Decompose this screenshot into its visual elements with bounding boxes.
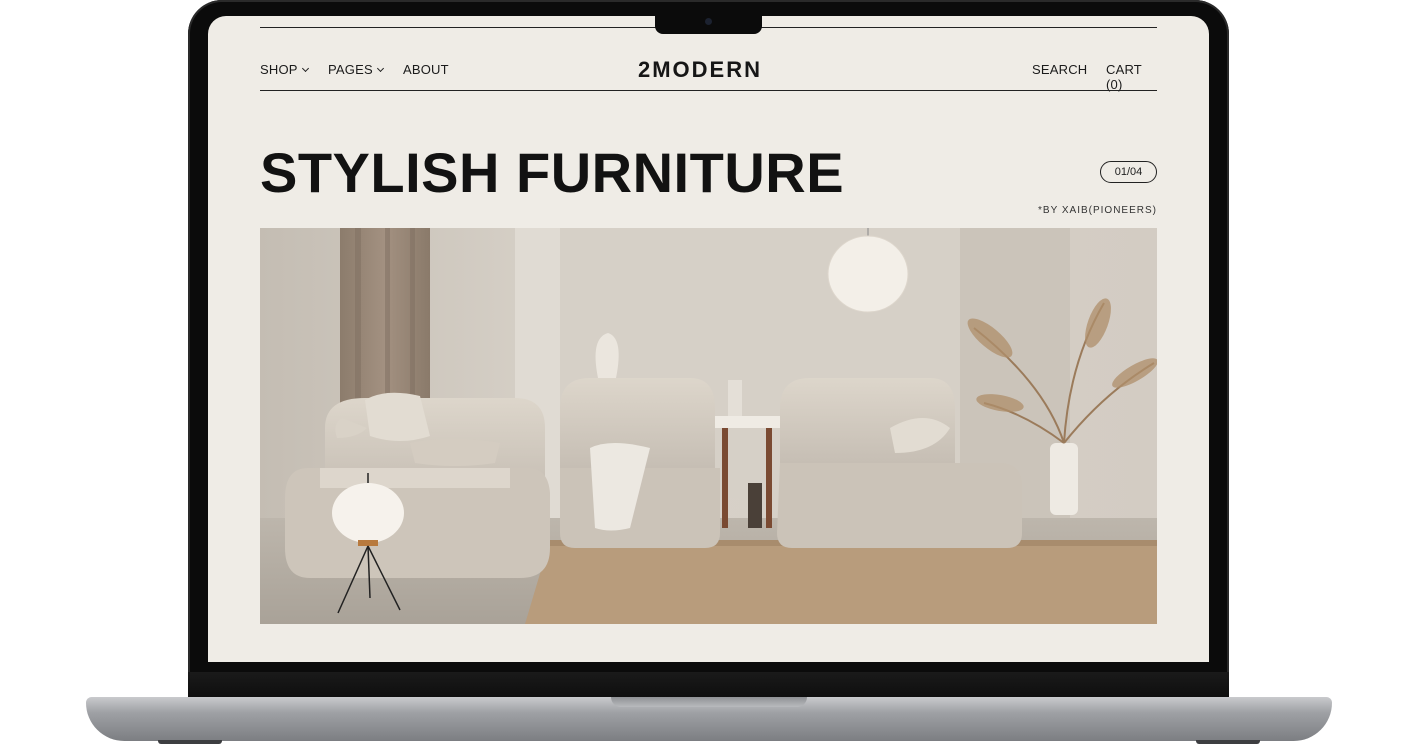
camera-notch (655, 10, 762, 34)
chevron-down-icon (301, 64, 309, 72)
chevron-down-icon (376, 64, 384, 72)
laptop-hinge (188, 672, 1229, 698)
nav-search-label: SEARCH (1032, 62, 1088, 77)
nav-about[interactable]: ABOUT (403, 62, 449, 77)
slide-pager[interactable]: 01/04 (1100, 161, 1157, 183)
nav-cart-label: CART (0) (1106, 62, 1142, 92)
nav-cart[interactable]: CART (0) (1106, 62, 1157, 92)
laptop-foot-right (1196, 740, 1260, 744)
nav-pages-label: PAGES (328, 62, 373, 77)
nav-about-label: ABOUT (403, 62, 449, 77)
header-bottom-rule (260, 90, 1157, 91)
nav-shop-label: SHOP (260, 62, 298, 77)
nav-shop[interactable]: SHOP (260, 62, 309, 77)
lid-open-notch (611, 697, 807, 707)
hero-credit: *BY XAIB(PIONEERS) (1038, 205, 1157, 216)
laptop-base (86, 697, 1332, 741)
laptop-foot-left (158, 740, 222, 744)
laptop-screen: SHOP PAGES ABOUT 2MODERN SEARCH CART (0)… (208, 16, 1209, 662)
camera-icon (705, 18, 712, 25)
nav-pages[interactable]: PAGES (328, 62, 384, 77)
nav-search[interactable]: SEARCH (1032, 62, 1087, 77)
hero-image (260, 228, 1157, 624)
hero-title: STYLISH FURNITURE (260, 141, 845, 204)
brand-logo[interactable]: 2MODERN (638, 57, 762, 83)
living-room-photo (260, 228, 1157, 624)
